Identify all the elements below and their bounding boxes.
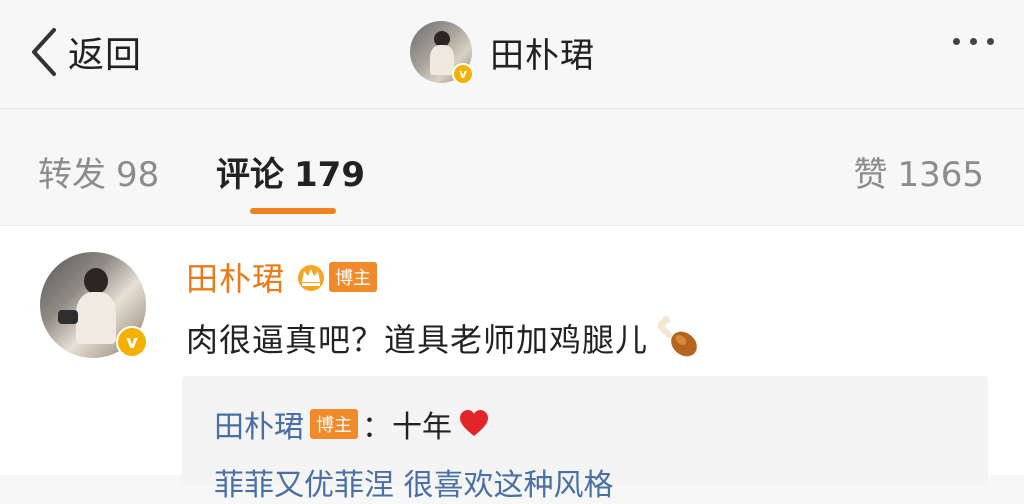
avatar[interactable]: v <box>410 21 474 85</box>
active-tab-indicator <box>250 208 336 214</box>
reply-author[interactable]: 田朴珺 <box>214 402 304 446</box>
reply-text: ：十年 <box>362 410 452 445</box>
tab-likes-label: 赞 <box>853 155 888 195</box>
blogger-badge: 博主 <box>310 409 358 439</box>
back-button[interactable]: 返回 <box>28 24 142 80</box>
verified-badge-icon: v <box>116 326 148 358</box>
top-nav-bar: 返回 v 田朴珺 <box>0 0 1024 109</box>
verified-badge-icon: v <box>452 63 474 85</box>
profile-title[interactable]: v 田朴珺 <box>410 20 595 85</box>
comment-header: 田朴珺 博主 <box>186 254 378 300</box>
tab-comments[interactable]: 评论 179 <box>216 147 365 196</box>
crown-icon <box>298 265 325 291</box>
comment-list: v 田朴珺 博主 肉很逼真吧？道具老师加鸡腿儿 田朴珺 博主 ：十年 菲菲又优菲… <box>0 226 1024 503</box>
commenter-avatar[interactable]: v <box>40 252 148 358</box>
page-title: 田朴珺 <box>490 35 595 76</box>
more-dots-icon[interactable] <box>953 38 994 45</box>
comment-author[interactable]: 田朴珺 <box>186 254 285 300</box>
reply-item-next: 菲菲又优菲涅 很喜欢这种风格 <box>214 468 614 503</box>
tab-repost-count: 98 <box>116 155 160 195</box>
comment-text: 肉很逼真吧？道具老师加鸡腿儿 <box>186 321 649 359</box>
tab-repost[interactable]: 转发 98 <box>38 147 159 196</box>
tab-likes[interactable]: 赞 1365 <box>853 147 984 196</box>
comment-text-row: 肉很逼真吧？道具老师加鸡腿儿 <box>186 314 702 362</box>
tab-comments-count: 179 <box>294 155 365 195</box>
tab-repost-label: 转发 <box>38 155 106 195</box>
blogger-badge: 博主 <box>329 262 378 292</box>
back-label: 返回 <box>68 35 143 76</box>
drumstick-icon <box>657 316 697 357</box>
chevron-left-icon <box>32 28 56 76</box>
reply-preview[interactable]: 田朴珺 博主 ：十年 菲菲又优菲涅 很喜欢这种风格 <box>182 376 988 503</box>
tab-likes-count: 1365 <box>897 155 984 195</box>
tab-bar: 转发 98 评论 179 赞 1365 <box>0 109 1024 226</box>
heart-icon <box>460 410 488 436</box>
reply-item: 田朴珺 博主 ：十年 <box>214 402 490 446</box>
tab-comments-label: 评论 <box>216 155 284 195</box>
